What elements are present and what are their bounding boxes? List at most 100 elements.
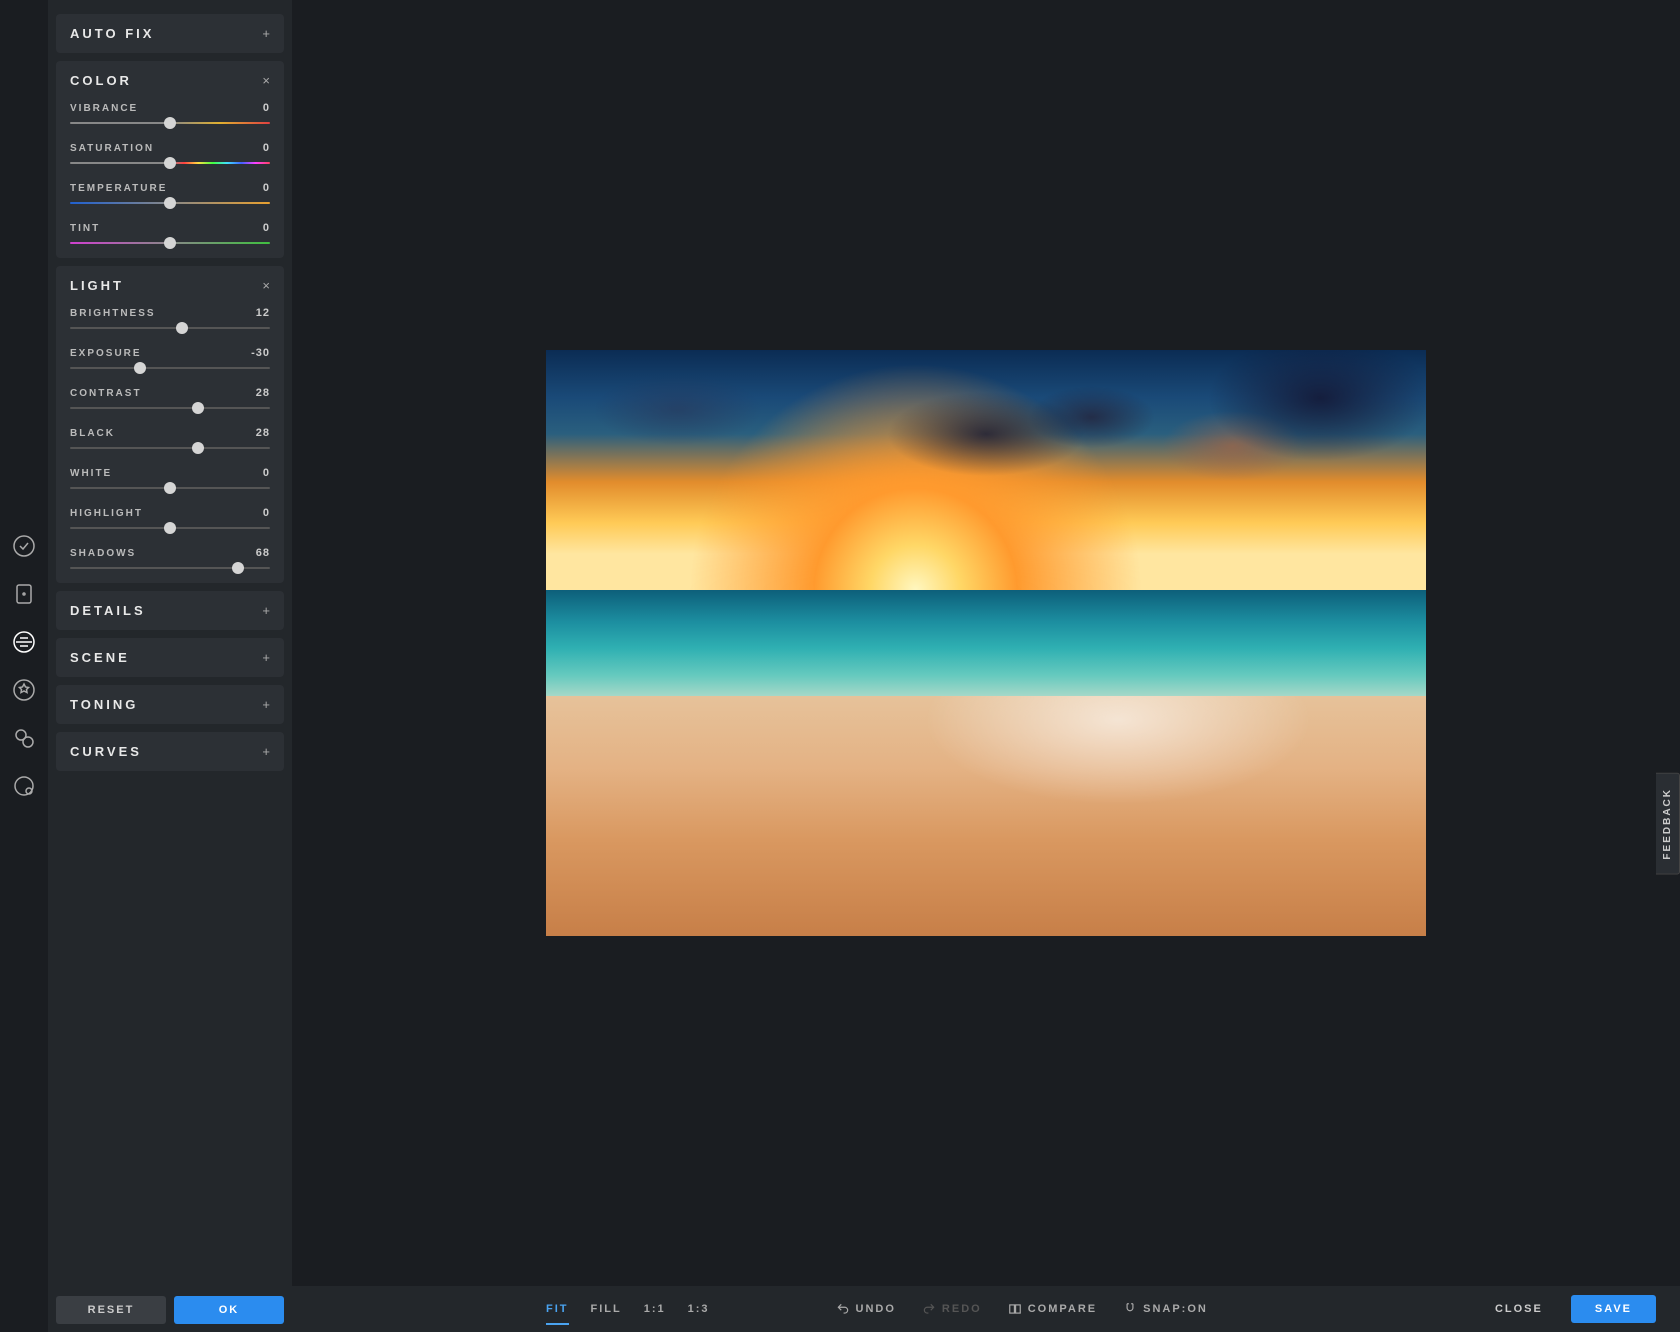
plus-icon[interactable]: + bbox=[262, 697, 270, 712]
plus-icon[interactable]: + bbox=[262, 26, 270, 41]
slider-white: WHITE 0 bbox=[70, 467, 270, 489]
panel-content: VIBRANCE0SATURATION0TEMPERATURE0TINT0 bbox=[70, 102, 270, 244]
snap-toggle[interactable]: SNAP:ON bbox=[1123, 1302, 1208, 1316]
panel-header[interactable]: SCENE + bbox=[70, 650, 270, 665]
adjustments-sidebar: AUTO FIX+COLOR×VIBRANCE0SATURATION0TEMPE… bbox=[48, 0, 292, 1332]
slider-exposure: EXPOSURE-30 bbox=[70, 347, 270, 369]
compare-button[interactable]: COMPARE bbox=[1008, 1302, 1097, 1316]
slider-thumb[interactable] bbox=[164, 482, 176, 494]
panel-header[interactable]: TONING+ bbox=[70, 697, 270, 712]
slider-name: BRIGHTNESS bbox=[70, 308, 156, 319]
zoom-fit[interactable]: FIT bbox=[546, 1303, 569, 1315]
slider-track[interactable] bbox=[70, 327, 270, 329]
panel-title: CURVES bbox=[70, 744, 142, 759]
slider-value: 0 bbox=[263, 222, 270, 234]
canvas[interactable] bbox=[292, 0, 1680, 1286]
wand-icon[interactable] bbox=[11, 533, 37, 559]
plus-icon[interactable]: + bbox=[262, 650, 270, 665]
slider-thumb[interactable] bbox=[164, 237, 176, 249]
slider-brightness: BRIGHTNESS12 bbox=[70, 307, 270, 329]
reset-button[interactable]: RESET bbox=[56, 1296, 166, 1324]
compare-label: COMPARE bbox=[1028, 1303, 1097, 1315]
slider-thumb[interactable] bbox=[176, 322, 188, 334]
slider-track[interactable] bbox=[70, 527, 270, 529]
slider-thumb[interactable] bbox=[192, 402, 204, 414]
panel-header[interactable]: DETAILS+ bbox=[70, 603, 270, 618]
close-icon[interactable]: × bbox=[262, 278, 270, 293]
sidebar-actions: RESET OK bbox=[56, 1288, 284, 1324]
panel-header[interactable]: COLOR × bbox=[70, 73, 270, 88]
adjust-icon[interactable] bbox=[11, 629, 37, 655]
slider-name: WHITE bbox=[70, 468, 112, 479]
image-preview bbox=[546, 350, 1426, 936]
panel-header[interactable]: LIGHT× bbox=[70, 278, 270, 293]
slider-thumb[interactable] bbox=[192, 442, 204, 454]
slider-temperature: TEMPERATURE 0 bbox=[70, 182, 270, 204]
panel-toning: TONING+ bbox=[56, 685, 284, 724]
slider-value: 0 bbox=[263, 467, 270, 479]
slider-name: BLACK bbox=[70, 428, 115, 439]
slider-name: CONTRAST bbox=[70, 388, 142, 399]
slider-track[interactable] bbox=[70, 202, 270, 204]
panel-color: COLOR×VIBRANCE0SATURATION0TEMPERATURE0TI… bbox=[56, 61, 284, 258]
close-icon[interactable]: × bbox=[262, 73, 270, 88]
slider-track[interactable] bbox=[70, 487, 270, 489]
feedback-tab[interactable]: FEEDBACK bbox=[1656, 773, 1680, 875]
slider-contrast: CONTRAST28 bbox=[70, 387, 270, 409]
redo-label: REDO bbox=[942, 1303, 982, 1315]
snap-label: SNAP:ON bbox=[1143, 1303, 1208, 1315]
history-group: UNDO REDO COMPARE SNAP:ON bbox=[836, 1302, 1208, 1316]
effects-icon[interactable] bbox=[11, 677, 37, 703]
panel-header[interactable]: CURVES + bbox=[70, 744, 270, 759]
slider-track[interactable] bbox=[70, 407, 270, 409]
slider-track[interactable] bbox=[70, 162, 270, 164]
slider-tint: TINT0 bbox=[70, 222, 270, 244]
panel-content: BRIGHTNESS12 EXPOSURE-30 CONTRAST28 BLACK28… bbox=[70, 307, 270, 569]
slider-track[interactable] bbox=[70, 242, 270, 244]
slider-value: 0 bbox=[263, 507, 270, 519]
slider-value: 0 bbox=[263, 182, 270, 194]
slider-thumb[interactable] bbox=[134, 362, 146, 374]
panel-title: SCENE bbox=[70, 650, 130, 665]
slider-thumb[interactable] bbox=[164, 522, 176, 534]
slider-value: 68 bbox=[256, 547, 270, 559]
slider-track[interactable] bbox=[70, 122, 270, 124]
slider-thumb[interactable] bbox=[232, 562, 244, 574]
bottom-toolbar: FITFILL1:11:3 UNDO REDO COMPARE SNAP:ON … bbox=[292, 1286, 1680, 1332]
slider-track[interactable] bbox=[70, 367, 270, 369]
ok-button[interactable]: OK bbox=[174, 1296, 284, 1324]
slider-name: TEMPERATURE bbox=[70, 183, 167, 194]
slider-vibrance: VIBRANCE 0 bbox=[70, 102, 270, 124]
slider-thumb[interactable] bbox=[164, 117, 176, 129]
zoom-group: FIT FILL 1:1 1:3 bbox=[546, 1303, 710, 1315]
zoom-1-3[interactable]: 1:3 bbox=[688, 1303, 710, 1315]
slider-name: EXPOSURE bbox=[70, 348, 142, 359]
panel-details: DETAILS+ bbox=[56, 591, 284, 630]
close-button[interactable]: CLOSE bbox=[1481, 1295, 1557, 1323]
panel-scene: SCENE + bbox=[56, 638, 284, 677]
crop-icon[interactable] bbox=[11, 581, 37, 607]
slider-name: HIGHLIGHT bbox=[70, 508, 143, 519]
zoom-1-1[interactable]: 1:1 bbox=[644, 1303, 666, 1315]
shapes-icon[interactable] bbox=[11, 725, 37, 751]
panel-header[interactable]: AUTO FIX + bbox=[70, 26, 270, 41]
panel-title: AUTO FIX bbox=[70, 26, 154, 41]
main-area: FITFILL1:11:3 UNDO REDO COMPARE SNAP:ON … bbox=[292, 0, 1680, 1332]
slider-thumb[interactable] bbox=[164, 197, 176, 209]
slider-black: BLACK28 bbox=[70, 427, 270, 449]
zoom-fill[interactable]: FILL bbox=[591, 1303, 622, 1315]
panel-title: COLOR bbox=[70, 73, 132, 88]
slider-thumb[interactable] bbox=[164, 157, 176, 169]
slider-track[interactable] bbox=[70, 567, 270, 569]
plus-icon[interactable]: + bbox=[262, 603, 270, 618]
slider-track[interactable] bbox=[70, 447, 270, 449]
plus-icon[interactable]: + bbox=[262, 744, 270, 759]
save-button[interactable]: SAVE bbox=[1571, 1295, 1656, 1323]
panel-auto-fix: AUTO FIX + bbox=[56, 14, 284, 53]
undo-button[interactable]: UNDO bbox=[836, 1302, 896, 1316]
palette-icon[interactable] bbox=[11, 773, 37, 799]
panel-light: LIGHT×BRIGHTNESS12EXPOSURE-30CONTRAST28B… bbox=[56, 266, 284, 583]
slider-name: VIBRANCE bbox=[70, 103, 138, 114]
slider-shadows: SHADOWS68 bbox=[70, 547, 270, 569]
slider-value: 0 bbox=[263, 102, 270, 114]
